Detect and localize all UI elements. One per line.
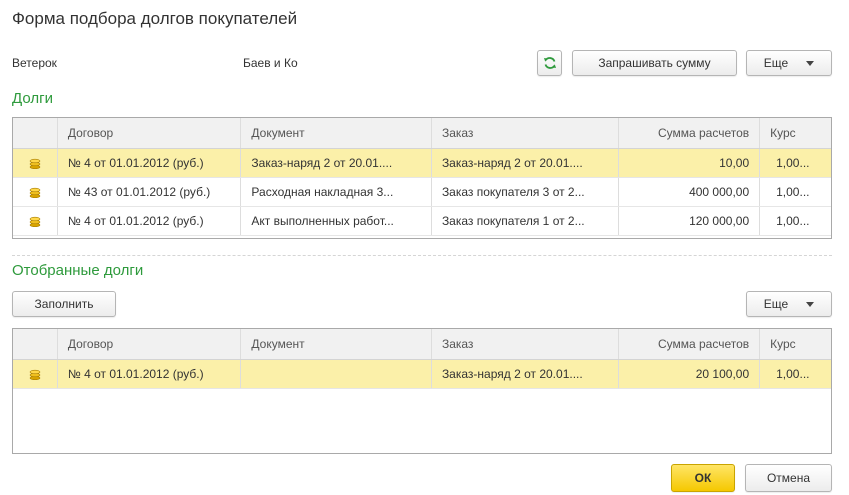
chevron-down-icon — [806, 301, 815, 307]
cancel-button[interactable]: Отмена — [745, 464, 832, 492]
window-title: Форма подбора долгов покупателей — [12, 9, 298, 28]
column-header-contract[interactable]: Договор — [58, 329, 242, 359]
table-row[interactable]: № 4 от 01.01.2012 (руб.) Заказ-наряд 2 о… — [13, 360, 831, 389]
coins-icon — [13, 149, 58, 177]
counterparty-label: Баев и Ко — [243, 56, 298, 70]
cell-rate: 1,00... — [776, 214, 810, 228]
cell-amount: 120 000,00 — [619, 207, 761, 235]
refresh-button[interactable] — [537, 50, 562, 76]
icon-column-header — [13, 329, 58, 359]
column-header-document[interactable]: Документ — [241, 329, 432, 359]
coins-icon — [13, 360, 58, 388]
more-button-label: Еще — [763, 56, 789, 70]
column-header-contract[interactable]: Договор — [58, 118, 242, 148]
cell-document: Заказ-наряд 2 от 20.01.... — [241, 149, 432, 177]
coins-icon — [13, 178, 58, 206]
table-header: Договор Документ Заказ Сумма расчетов Ку… — [13, 118, 831, 149]
column-header-amount[interactable]: Сумма расчетов — [619, 329, 761, 359]
cell-amount: 10,00 — [619, 149, 761, 177]
debts-heading: Долги — [12, 90, 53, 107]
cell-order: Заказ покупателя 3 от 2... — [432, 178, 620, 206]
cell-order: Заказ-наряд 2 от 20.01.... — [432, 360, 620, 388]
refresh-icon — [543, 57, 556, 69]
cell-order: Заказ-наряд 2 от 20.01.... — [432, 149, 620, 177]
more-button-label: Еще — [763, 297, 789, 311]
cell-contract: № 4 от 01.01.2012 (руб.) — [58, 207, 242, 235]
column-header-order[interactable]: Заказ — [432, 329, 620, 359]
cell-contract: № 43 от 01.01.2012 (руб.) — [58, 178, 242, 206]
debts-table[interactable]: Договор Документ Заказ Сумма расчетов Ку… — [12, 117, 832, 239]
ok-button[interactable]: ОК — [671, 464, 735, 492]
ask-amount-button[interactable]: Запрашивать сумму — [572, 50, 737, 76]
organization-label: Ветерок — [12, 56, 57, 70]
more-button[interactable]: Еще — [746, 50, 832, 76]
section-divider — [12, 255, 832, 256]
cell-contract: № 4 от 01.01.2012 (руб.) — [58, 360, 242, 388]
cell-order: Заказ покупателя 1 от 2... — [432, 207, 620, 235]
cell-document — [241, 360, 432, 388]
icon-column-header — [13, 118, 58, 148]
column-header-amount[interactable]: Сумма расчетов — [619, 118, 761, 148]
cell-rate: 1,00... — [776, 367, 810, 381]
cell-amount: 20 100,00 — [619, 360, 761, 388]
fill-button[interactable]: Заполнить — [12, 291, 116, 317]
table-row[interactable]: № 4 от 01.01.2012 (руб.) Заказ-наряд 2 о… — [13, 149, 831, 178]
table-header: Договор Документ Заказ Сумма расчетов Ку… — [13, 329, 831, 360]
table-row[interactable]: № 43 от 01.01.2012 (руб.) Расходная накл… — [13, 178, 831, 207]
chevron-down-icon — [806, 60, 815, 66]
column-header-rate[interactable]: Курс — [760, 329, 831, 359]
cell-amount: 400 000,00 — [619, 178, 761, 206]
cell-rate: 1,00... — [776, 185, 810, 199]
table-row[interactable]: № 4 от 01.01.2012 (руб.) Акт выполненных… — [13, 207, 831, 236]
cell-document: Акт выполненных работ... — [241, 207, 432, 235]
column-header-rate[interactable]: Курс — [760, 118, 831, 148]
selected-debts-heading: Отобранные долги — [12, 262, 144, 279]
column-header-document[interactable]: Документ — [241, 118, 432, 148]
selected-debts-table[interactable]: Договор Документ Заказ Сумма расчетов Ку… — [12, 328, 832, 454]
cell-rate: 1,00... — [776, 156, 810, 170]
column-header-order[interactable]: Заказ — [432, 118, 620, 148]
coins-icon — [13, 207, 58, 235]
cell-contract: № 4 от 01.01.2012 (руб.) — [58, 149, 242, 177]
more-button-selected[interactable]: Еще — [746, 291, 832, 317]
cell-document: Расходная накладная 3... — [241, 178, 432, 206]
